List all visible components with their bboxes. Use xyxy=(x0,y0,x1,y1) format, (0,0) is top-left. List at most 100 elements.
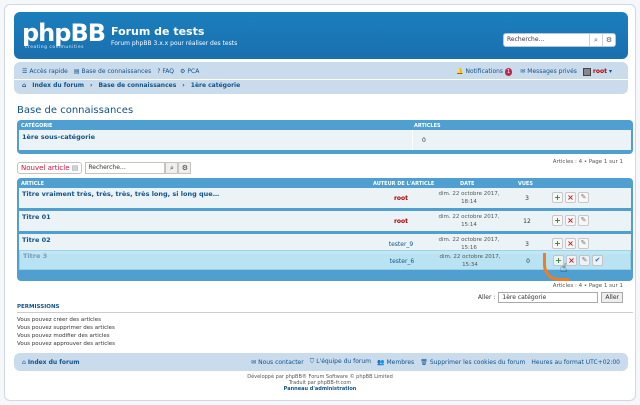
footer-cookies-link[interactable]: 🗑 Supprimer les cookies du forum xyxy=(420,359,525,366)
topic-date: dim. 22 octobre 2017, 15:14 xyxy=(438,214,500,228)
footer-index-link[interactable]: Index du forum xyxy=(28,359,80,366)
notification-badge: 1 xyxy=(505,67,513,76)
navbar-links: ☰ Accès rapide ▤ Base de connaissances ? FA… xyxy=(22,66,620,77)
logo-tagline: creating communities xyxy=(25,45,84,50)
footer-team-link[interactable]: ⛉ L'équipe du forum xyxy=(310,358,371,366)
action-bar: Nouvel article ▤ Recherche… ⌕ ⚙ xyxy=(17,162,192,174)
pencil-icon[interactable]: ✎ xyxy=(578,215,589,226)
pagination-bottom: Articles : 4 • Page 1 sur 1 xyxy=(552,283,623,289)
document-icon: ▤ xyxy=(71,164,79,172)
pencil-icon[interactable]: ✎ xyxy=(578,192,589,203)
book-icon: ▤ xyxy=(73,68,80,75)
close-icon[interactable]: × xyxy=(565,238,576,249)
messages-link[interactable]: ✉ Messages privés xyxy=(520,68,577,75)
permissions-title: PERMISSIONS xyxy=(17,304,633,313)
home-icon: ⌂ xyxy=(22,82,27,89)
table-row: 1ère sous-catégorie 0 xyxy=(19,130,631,150)
subcategory-link[interactable]: 1ère sous-catégorie xyxy=(22,133,95,141)
footer-timezone: Heures au format UTC+02:00 xyxy=(531,358,620,366)
gear-icon: ⚙ xyxy=(180,68,186,75)
user-menu[interactable]: root ▾ xyxy=(582,67,614,76)
close-icon[interactable]: × xyxy=(565,215,576,226)
avatar xyxy=(582,67,591,76)
topic-title[interactable]: Titre 3 xyxy=(23,252,47,260)
permissions: PERMISSIONS Vous pouvez créer des articl… xyxy=(17,304,633,348)
inbox-icon: ✉ xyxy=(520,68,526,75)
topic-author[interactable]: tester_6 xyxy=(377,258,427,265)
site-title: Forum de tests xyxy=(111,25,205,38)
topic-views: 12 xyxy=(523,218,531,225)
permission-line: Vous pouvez créer des articles xyxy=(17,317,101,323)
footer-contact-link[interactable]: ✉ Nous contacter xyxy=(251,359,304,366)
header-search-input[interactable]: Recherche… xyxy=(504,34,589,46)
subcategory-count: 0 xyxy=(422,137,426,144)
topic-table: ARTICLE AUTEUR DE L'ARTICLE DATE VUES Ti… xyxy=(17,178,633,281)
topic-views: 3 xyxy=(525,241,529,248)
search-icon[interactable]: ⌕ xyxy=(165,162,179,174)
col-author: AUTEUR DE L'ARTICLE xyxy=(373,181,435,187)
pencil-icon[interactable]: ✎ xyxy=(578,238,589,249)
users-icon: 👥 xyxy=(377,358,385,366)
home-icon: ⌂ xyxy=(22,358,26,366)
table-row: Titre vraiment très, très, très, très lo… xyxy=(19,188,631,208)
pencil-icon[interactable]: ✎ xyxy=(579,255,590,266)
hand-cursor-icon: ☝ xyxy=(560,261,568,275)
quick-links[interactable]: ☰ Accès rapide xyxy=(22,68,68,75)
search-icon[interactable]: ⌕ xyxy=(589,34,602,46)
breadcrumb-kb[interactable]: Base de connaissances xyxy=(98,82,176,89)
plus-icon[interactable]: + xyxy=(552,238,563,249)
jump-select[interactable]: 1ère catégorie xyxy=(498,292,599,303)
footer-navbar: ⌂ Index du forum ✉ Nous contacter ⛉ L'équi… xyxy=(14,353,628,371)
permission-line: Vous pouvez approuver des articles xyxy=(17,341,116,347)
forum-search-input[interactable]: Recherche… xyxy=(85,162,166,174)
credits: Développé par phpBB® Forum Software © ph… xyxy=(5,374,635,392)
table-row: Titre 01 root dim. 22 octobre 2017, 15:14… xyxy=(19,211,631,231)
page-title[interactable]: Base de connaissances xyxy=(17,105,133,116)
header-search: Recherche… ⌕ ⚙ xyxy=(503,33,616,47)
site-description: Forum phpBB 3.x.x pour réaliser des test… xyxy=(111,40,238,47)
breadcrumb-index[interactable]: Index du forum xyxy=(32,82,84,89)
topic-date: dim. 22 octobre 2017, 15:34 xyxy=(439,254,501,268)
jump-button[interactable]: Aller xyxy=(601,292,623,303)
col-date: DATE xyxy=(460,181,475,187)
knowledge-base-link[interactable]: ▤ Base de connaissances xyxy=(74,68,151,75)
topic-views: 3 xyxy=(525,195,529,202)
new-article-button[interactable]: Nouvel article ▤ xyxy=(17,162,83,174)
chevron-down-icon: ▾ xyxy=(608,68,612,75)
topic-views: 0 xyxy=(526,258,530,265)
topic-title[interactable]: Titre vraiment très, très, très, très lo… xyxy=(22,190,219,198)
check-icon[interactable]: ✔ xyxy=(592,255,603,266)
topic-author[interactable]: tester_9 xyxy=(376,241,426,248)
question-icon: ? xyxy=(157,68,161,75)
trash-icon: 🗑 xyxy=(420,358,428,366)
plus-icon[interactable]: + xyxy=(552,215,563,226)
topic-date: dim. 22 octobre 2017, 18:14 xyxy=(438,191,500,205)
breadcrumb: ⌂ Index du forum › Base de connaissances ›… xyxy=(22,82,241,89)
topic-title[interactable]: Titre 01 xyxy=(22,213,51,221)
menu-icon: ☰ xyxy=(22,68,28,75)
topic-title[interactable]: Titre 02 xyxy=(22,236,51,244)
site-header: phpBB creating communities Forum de test… xyxy=(14,12,628,59)
navbar: ☰ Accès rapide ▤ Base de connaissances ? FA… xyxy=(14,62,628,94)
col-articles: ARTICLES xyxy=(414,123,441,129)
admin-panel-link[interactable]: Panneau d'administration xyxy=(5,386,635,392)
jump-label: Aller : xyxy=(477,294,496,301)
gear-icon[interactable]: ⚙ xyxy=(602,34,615,46)
pagination: Articles : 4 • Page 1 sur 1 xyxy=(552,159,623,165)
dragged-row[interactable]: Titre 3 tester_6 dim. 22 octobre 2017, 15… xyxy=(19,250,631,270)
notifications-link[interactable]: 🔔 Notifications 1 xyxy=(456,67,514,76)
close-icon[interactable]: × xyxy=(565,192,576,203)
topic-author[interactable]: root xyxy=(376,195,426,202)
page-wrapper: phpBB creating communities Forum de test… xyxy=(4,4,636,401)
breadcrumb-category[interactable]: 1ère catégorie xyxy=(191,82,240,89)
envelope-icon: ✉ xyxy=(251,358,257,366)
category-table: CATÉGORIE ARTICLES 1ère sous-catégorie 0 xyxy=(17,120,633,154)
gear-icon[interactable]: ⚙ xyxy=(178,162,192,174)
footer-members-link[interactable]: 👥 Membres xyxy=(377,359,414,366)
pca-link[interactable]: ⚙ PCA xyxy=(180,68,199,75)
site-logo[interactable]: phpBB xyxy=(22,21,106,45)
topic-author[interactable]: root xyxy=(376,218,426,225)
plus-icon[interactable]: + xyxy=(552,192,563,203)
faq-link[interactable]: ? FAQ xyxy=(157,68,174,75)
col-category: CATÉGORIE xyxy=(21,123,53,129)
